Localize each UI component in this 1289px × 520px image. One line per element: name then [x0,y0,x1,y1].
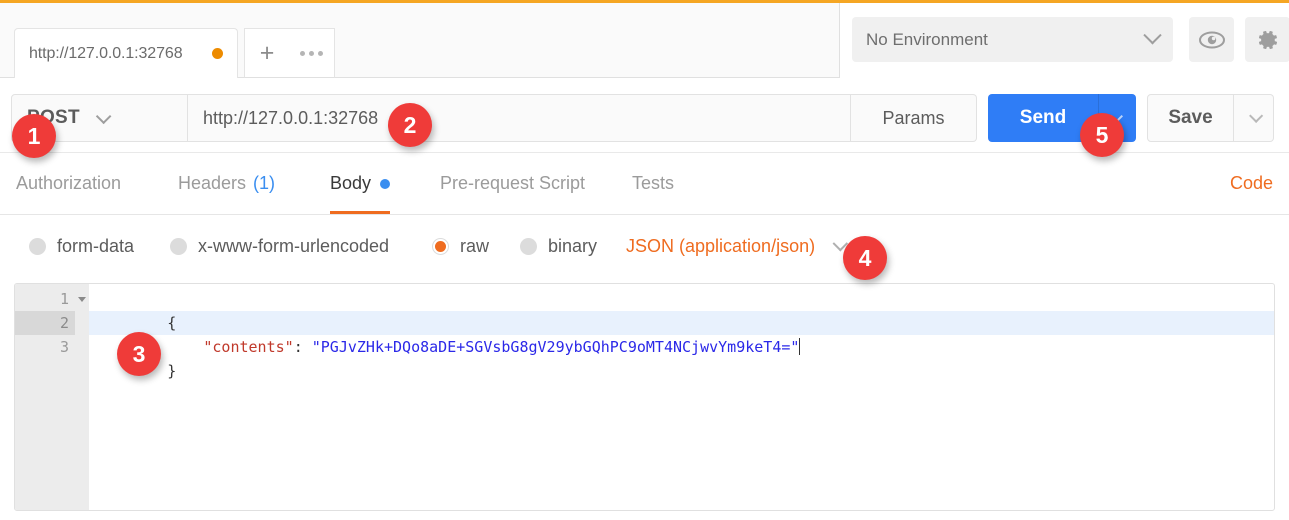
params-button[interactable]: Params [851,94,977,142]
editor-line-number-gutter: 1 2 3 [15,284,75,510]
code-line-2-colon: : [293,338,312,356]
line-number-3: 3 [15,335,75,359]
body-type-binary[interactable]: binary [520,215,597,277]
tab-headers-count: (1) [253,173,276,193]
tab-headers[interactable]: Headers (1) [178,153,275,214]
text-caret [799,338,801,355]
code-line-2-value: "PGJvZHk+DQo8aDE+SGVsbG8gV29ybGQhPC9oMT4… [311,338,800,356]
code-line-2-indent [167,338,203,356]
line-number-1: 1 [15,287,75,311]
code-line-1: { [89,287,1274,332]
chevron-down-icon [95,108,112,124]
body-type-form-data[interactable]: form-data [29,215,134,277]
code-link[interactable]: Code [1230,153,1273,214]
tab-pre-request-script[interactable]: Pre-request Script [440,153,585,214]
line-number-2-text: 2 [59,314,69,332]
body-type-binary-label: binary [548,235,598,256]
chevron-down-icon [1143,26,1162,45]
eye-icon [1198,31,1225,48]
radio-icon [520,237,537,255]
body-type-form-data-label: form-data [57,235,135,256]
new-tab-button[interactable]: + [244,28,290,78]
environment-quick-look-button[interactable] [1189,17,1234,62]
annotation-marker-1: 1 [12,114,56,158]
annotation-marker-2: 2 [388,103,432,147]
body-type-urlencoded[interactable]: x-www-form-urlencoded [170,215,389,277]
postman-window: http://127.0.0.1:32768 + No Environment [0,0,1289,520]
gear-icon [1258,30,1277,49]
tab-options-button[interactable] [289,28,335,78]
environment-selector[interactable]: No Environment [852,17,1173,62]
raw-body-editor[interactable]: 1 2 3 { "contents": "PGJvZHk+DQo8aDE+SGV… [14,283,1275,511]
environment-area: No Environment [841,3,1289,78]
code-line-2: "contents": "PGJvZHk+DQo8aDE+SGVsbG8gV29… [89,311,1274,356]
tab-tests-label: Tests [632,173,675,193]
body-type-row: form-data x-www-form-urlencoded raw bina… [0,215,1289,277]
radio-icon [29,237,46,255]
body-active-dot [380,178,391,189]
save-options-button[interactable] [1234,94,1274,142]
tab-pre-request-script-label: Pre-request Script [440,173,586,193]
save-button-label: Save [1168,107,1213,128]
content-type-selector[interactable]: JSON (application/json) [626,215,849,277]
annotation-marker-3: 3 [117,332,161,376]
code-line-3-text: } [167,362,177,380]
code-link-label: Code [1229,173,1273,193]
radio-icon [170,237,187,255]
code-line-1-text: { [167,314,177,332]
line-number-3-text: 3 [59,338,69,356]
environment-selected-label: No Environment [866,29,988,49]
fold-arrow-icon[interactable] [75,287,88,311]
line-number-2: 2 [15,311,75,335]
chevron-down-icon [1248,108,1263,123]
tab-body-underline [330,211,391,214]
body-type-raw[interactable]: raw [432,215,489,277]
radio-selected-icon [432,237,449,255]
url-input-value: http://127.0.0.1:32768 [203,107,379,128]
request-tab-strip: http://127.0.0.1:32768 + [0,3,840,78]
annotation-marker-4: 4 [843,236,887,280]
line-number-1-text: 1 [59,290,69,308]
settings-button[interactable] [1245,17,1289,62]
url-input[interactable]: http://127.0.0.1:32768 [188,94,851,142]
tab-authorization[interactable]: Authorization [16,153,121,214]
unsaved-changes-dot [212,48,223,59]
tab-tests[interactable]: Tests [632,153,674,214]
content-type-label: JSON (application/json) [626,235,816,256]
tab-body[interactable]: Body [330,153,391,214]
code-line-2-key: "contents" [203,338,294,356]
request-tab-label: http://127.0.0.1:32768 [29,44,183,62]
plus-icon: + [259,38,275,67]
annotation-marker-5: 5 [1080,113,1124,157]
gutter-separator [75,284,89,510]
tab-headers-label: Headers [178,173,247,193]
body-type-raw-label: raw [460,235,490,256]
ellipsis-icon [300,50,323,56]
editor-code-area[interactable]: { "contents": "PGJvZHk+DQo8aDE+SGVsbG8gV… [89,284,1274,510]
tab-authorization-label: Authorization [16,173,122,193]
request-tab[interactable]: http://127.0.0.1:32768 [14,28,238,78]
tab-body-label: Body [330,173,372,193]
body-type-urlencoded-label: x-www-form-urlencoded [198,235,390,256]
request-section-tabs: Authorization Headers (1) Body Pre-reque… [0,153,1289,215]
save-button[interactable]: Save [1147,94,1234,142]
params-button-label: Params [882,107,945,128]
